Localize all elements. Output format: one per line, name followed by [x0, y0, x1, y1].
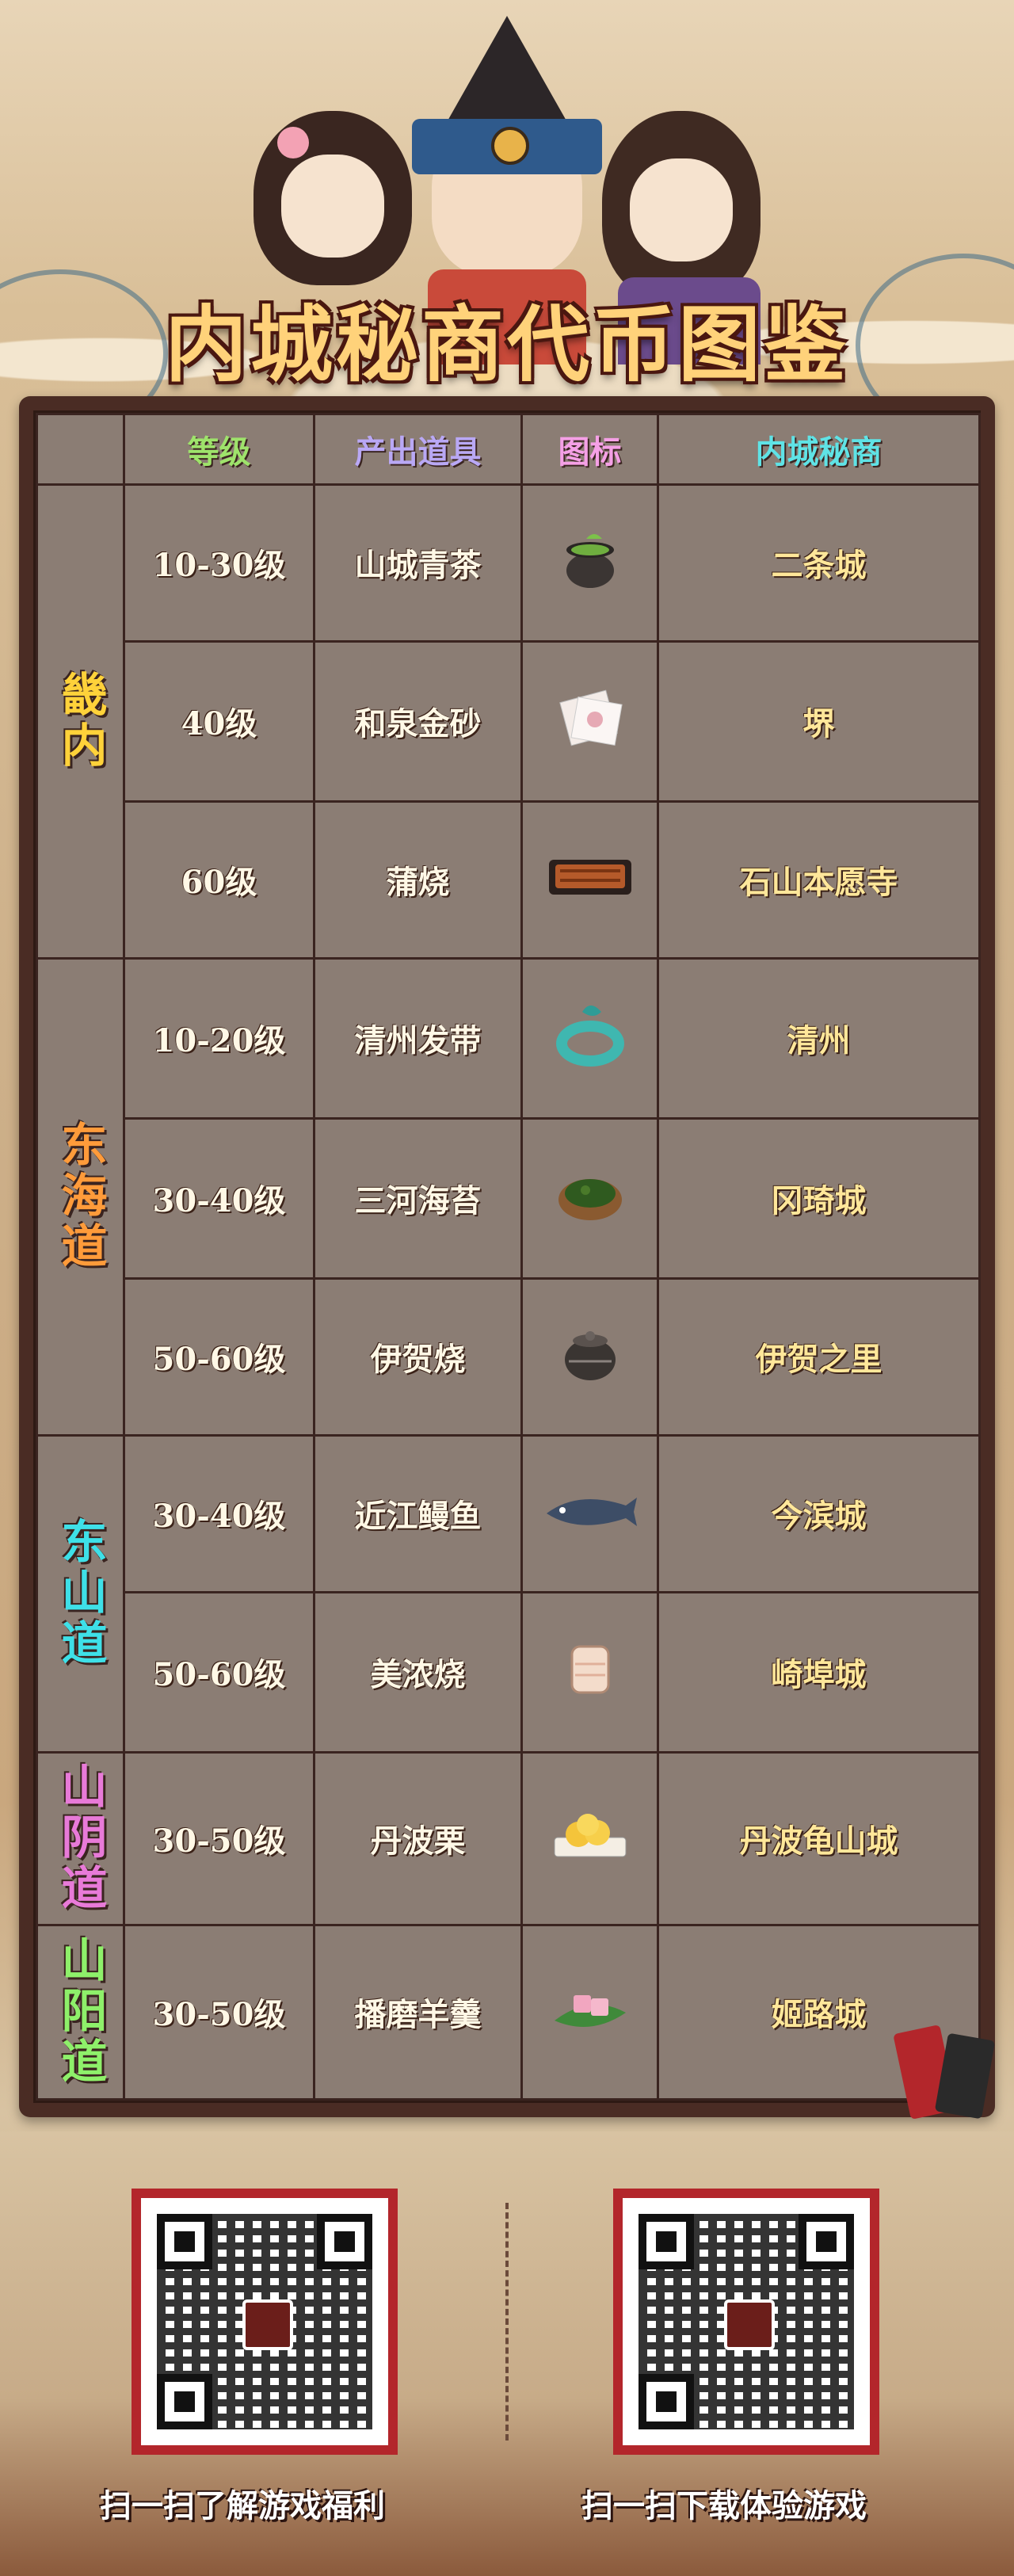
table-row: 山阳道 30-50级 播磨羊羹 姬路城	[36, 1923, 981, 2101]
codex-table-frame: 等级 产出道具 图标 内城秘商 畿内 10-30级 山城青茶 二条城 40级 和泉金砂堺 6…	[33, 410, 981, 2103]
ceramic-cup-icon	[555, 1632, 626, 1712]
hero-banner: 内城秘商代币图鉴	[0, 0, 1014, 412]
chestnut-plate-icon	[547, 1803, 634, 1874]
table-row: 50-60级 美浓烧 崎埠城	[37, 1590, 981, 1754]
codex-table: 等级 产出道具 图标 内城秘商 畿内 10-30级 山城青茶 二条城 40级 和泉金砂堺 6…	[36, 413, 981, 2101]
table-row: 东海道 10-20级 清州发带 清州	[36, 956, 981, 1437]
codex-panel: 等级 产出道具 图标 内城秘商 畿内 10-30级 山城青茶 二条城 40级 和泉金砂堺 6…	[19, 396, 995, 2117]
banner-ornament	[893, 2013, 1004, 2131]
icon-cell	[520, 800, 659, 960]
table-header-row: 等级 产出道具 图标 内城秘商	[36, 413, 981, 486]
table-row: 30-40级 三河海苔 冈琦城	[37, 1116, 981, 1280]
level-cell: 60级	[123, 800, 315, 960]
caption-benefits: 扫一扫了解游戏福利	[100, 2487, 385, 2524]
character-center-hat	[440, 16, 574, 135]
yokan-sweet-icon	[547, 1976, 634, 2047]
flower-ornament-icon	[277, 127, 309, 158]
icon-cell	[520, 1923, 659, 2101]
item-cell: 播磨羊羹	[313, 1923, 523, 2101]
character-right-face	[630, 158, 733, 261]
icon-cell	[520, 1750, 659, 1926]
level-cell: 50-60级	[123, 1277, 315, 1437]
item-cell: 清州发带	[313, 956, 523, 1120]
header-item: 产出道具	[313, 413, 523, 486]
header-icon: 图标	[520, 413, 659, 486]
level-cell: 30-50级	[123, 1750, 315, 1926]
table-row: 东山道 30-40级 近江鳗鱼 今滨城	[36, 1433, 981, 1754]
caption-download: 扫一扫下载体验游戏	[581, 2487, 867, 2524]
paper-pouch-icon	[551, 681, 630, 761]
level-cell: 10-20级	[123, 956, 315, 1120]
merchant-cell: 二条城	[657, 483, 981, 643]
icon-cell	[520, 1277, 659, 1437]
table-row: 山阴道 30-50级 丹波栗 丹波龟山城	[36, 1750, 981, 1926]
merchant-cell: 崎埠城	[657, 1590, 981, 1754]
region-label: 东山道	[36, 1433, 125, 1754]
icon-cell	[520, 639, 659, 803]
character-left-face	[281, 155, 384, 258]
item-cell: 伊贺烧	[313, 1277, 523, 1437]
level-cell: 30-50级	[123, 1923, 315, 2101]
item-cell: 蒲烧	[313, 800, 523, 960]
qr-code-download[interactable]	[613, 2189, 879, 2455]
item-cell: 近江鳗鱼	[313, 1433, 523, 1593]
seaweed-bowl-icon	[551, 1158, 630, 1238]
header-merchant: 内城秘商	[657, 413, 981, 486]
item-cell: 丹波栗	[313, 1750, 523, 1926]
table-row: 40级 和泉金砂堺	[37, 639, 981, 803]
merchant-cell: 今滨城	[657, 1433, 981, 1593]
pottery-jar-icon	[555, 1317, 626, 1396]
qr-code-benefits[interactable]	[132, 2189, 398, 2455]
icon-cell	[520, 483, 659, 643]
item-cell: 三河海苔	[313, 1116, 523, 1280]
region-label: 山阴道	[36, 1750, 125, 1926]
icon-cell	[520, 956, 659, 1120]
game-logo-icon	[724, 2299, 775, 2350]
merchant-cell: 堺	[657, 639, 981, 803]
region-label: 畿内	[36, 483, 125, 960]
level-cell: 10-30级	[123, 483, 315, 643]
table-row: 60级 蒲烧 石山本愿寺	[37, 800, 981, 960]
table-row: 50-60级 伊贺烧 伊贺之里	[37, 1277, 981, 1437]
region-label: 东海道	[36, 956, 125, 1437]
level-cell: 50-60级	[123, 1590, 315, 1754]
header-region	[36, 413, 125, 486]
icon-cell	[520, 1433, 659, 1593]
footer-divider	[505, 2203, 509, 2441]
icon-cell	[520, 1590, 659, 1754]
table-row: 畿内 10-30级 山城青茶 二条城	[36, 483, 981, 960]
merchant-cell: 伊贺之里	[657, 1277, 981, 1437]
game-logo-icon	[242, 2299, 293, 2350]
item-cell: 美浓烧	[313, 1590, 523, 1754]
eel-fish-icon	[539, 1482, 642, 1545]
helmet-crest-icon	[491, 127, 529, 165]
header-level: 等级	[123, 413, 315, 486]
level-cell: 30-40级	[123, 1116, 315, 1280]
region-label: 山阳道	[36, 1923, 125, 2101]
merchant-cell: 丹波龟山城	[657, 1750, 981, 1926]
icon-cell	[520, 1116, 659, 1280]
level-cell: 40级	[123, 639, 315, 803]
merchant-cell: 冈琦城	[657, 1116, 981, 1280]
grilled-eel-icon	[543, 844, 638, 915]
level-cell: 30-40级	[123, 1433, 315, 1593]
page-title: 内城秘商代币图鉴	[164, 296, 849, 393]
merchant-cell: 清州	[657, 956, 981, 1120]
tea-bowl-icon	[555, 523, 626, 602]
item-cell: 山城青茶	[313, 483, 523, 643]
merchant-cell: 石山本愿寺	[657, 800, 981, 960]
hair-band-icon	[551, 994, 630, 1082]
item-cell: 和泉金砂	[313, 639, 523, 803]
